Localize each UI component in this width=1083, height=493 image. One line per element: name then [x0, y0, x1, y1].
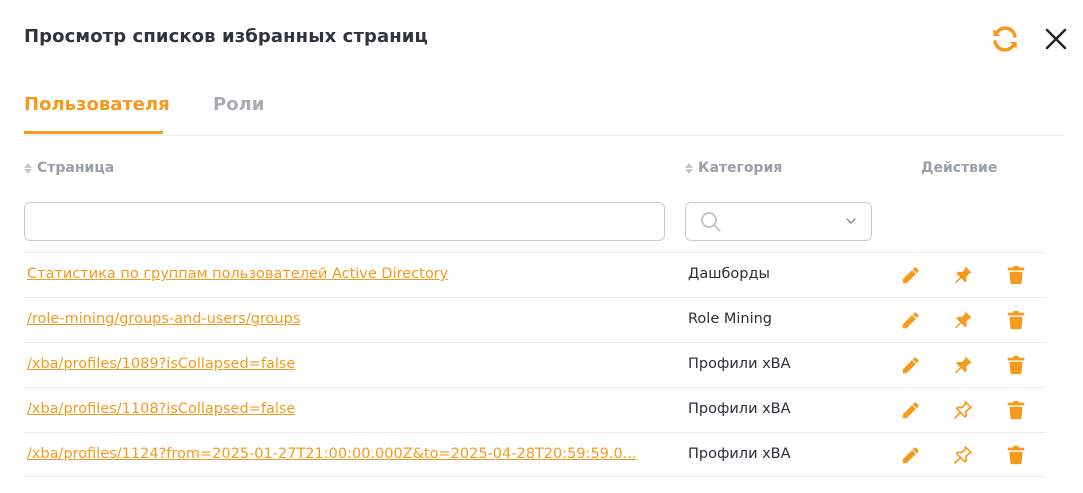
close-button[interactable] — [1041, 24, 1071, 54]
tab-users[interactable]: Пользователя — [24, 94, 170, 134]
edit-button[interactable] — [899, 443, 923, 467]
trash-icon — [1007, 355, 1025, 375]
delete-button[interactable] — [1004, 263, 1028, 287]
trash-icon — [1007, 400, 1025, 420]
refresh-icon — [993, 26, 1017, 52]
edit-button[interactable] — [899, 308, 923, 332]
pin-button[interactable] — [951, 308, 975, 332]
category-cell: Профили xBA — [688, 356, 791, 372]
category-cell: Профили xBA — [688, 446, 791, 462]
delete-button[interactable] — [1004, 443, 1028, 467]
column-header-category[interactable]: Категория — [685, 160, 782, 176]
pin-filled-icon — [955, 266, 972, 284]
page-link[interactable]: /xba/profiles/1108?isCollapsed=false — [27, 401, 295, 417]
dialog-title: Просмотр списков избранных страниц — [24, 26, 428, 47]
column-header-action-label: Действие — [921, 160, 998, 176]
column-header-page-label: Страница — [37, 160, 115, 176]
category-cell: Дашборды — [688, 266, 770, 282]
page-filter-input[interactable] — [24, 202, 665, 241]
trash-icon — [1007, 265, 1025, 285]
pencil-icon — [902, 447, 919, 464]
tab-roles[interactable]: Роли — [213, 94, 264, 131]
category-filter-select[interactable] — [685, 202, 872, 241]
pencil-icon — [902, 402, 919, 419]
page-link[interactable]: /xba/profiles/1089?isCollapsed=false — [27, 356, 295, 372]
delete-button[interactable] — [1004, 308, 1028, 332]
table-row: /xba/profiles/1124?from=2025-01-27T21:00… — [24, 432, 1046, 477]
page-link[interactable]: /xba/profiles/1124?from=2025-01-27T21:00… — [27, 446, 637, 462]
pin-outline-icon — [954, 446, 972, 464]
chevron-down-icon — [846, 218, 856, 224]
pencil-icon — [902, 267, 919, 284]
table-row: /role-mining/groups-and-users/groups Role… — [24, 297, 1046, 342]
column-header-page[interactable]: Страница — [24, 160, 114, 176]
category-cell: Role Mining — [688, 311, 773, 327]
delete-button[interactable] — [1004, 398, 1028, 422]
dialog-header: Просмотр списков избранных страниц — [24, 24, 1067, 52]
search-icon — [701, 212, 721, 232]
favorites-table: Статистика по группам пользователей Acti… — [24, 252, 1046, 477]
table-row: /xba/profiles/1089?isCollapsed=false Проф… — [24, 342, 1046, 387]
page-link[interactable]: Статистика по группам пользователей Acti… — [27, 266, 448, 282]
column-header-action: Действие — [921, 160, 997, 176]
page-link[interactable]: /role-mining/groups-and-users/groups — [27, 311, 300, 327]
sort-icon — [24, 162, 33, 174]
pin-button[interactable] — [951, 443, 975, 467]
table-row: /xba/profiles/1108?isCollapsed=false Проф… — [24, 387, 1046, 432]
sort-icon — [685, 162, 694, 174]
pin-outline-icon — [954, 401, 972, 419]
delete-button[interactable] — [1004, 353, 1028, 377]
trash-icon — [1007, 445, 1025, 465]
pin-button[interactable] — [951, 398, 975, 422]
table-row: Статистика по группам пользователей Acti… — [24, 252, 1046, 297]
edit-button[interactable] — [899, 398, 923, 422]
favorites-dialog: Просмотр списков избранных страниц Польз… — [0, 0, 1083, 493]
column-header-category-label: Категория — [698, 160, 783, 176]
pencil-icon — [902, 357, 919, 374]
pin-button[interactable] — [951, 353, 975, 377]
edit-button[interactable] — [899, 263, 923, 287]
trash-icon — [1007, 310, 1025, 330]
refresh-button[interactable] — [990, 24, 1020, 54]
pencil-icon — [902, 312, 919, 329]
tab-bar: Пользователя Роли — [24, 86, 1064, 136]
pin-filled-icon — [955, 311, 972, 329]
edit-button[interactable] — [899, 353, 923, 377]
category-cell: Профили xBA — [688, 401, 791, 417]
pin-filled-icon — [955, 356, 972, 374]
close-icon — [1045, 28, 1067, 50]
pin-button[interactable] — [951, 263, 975, 287]
